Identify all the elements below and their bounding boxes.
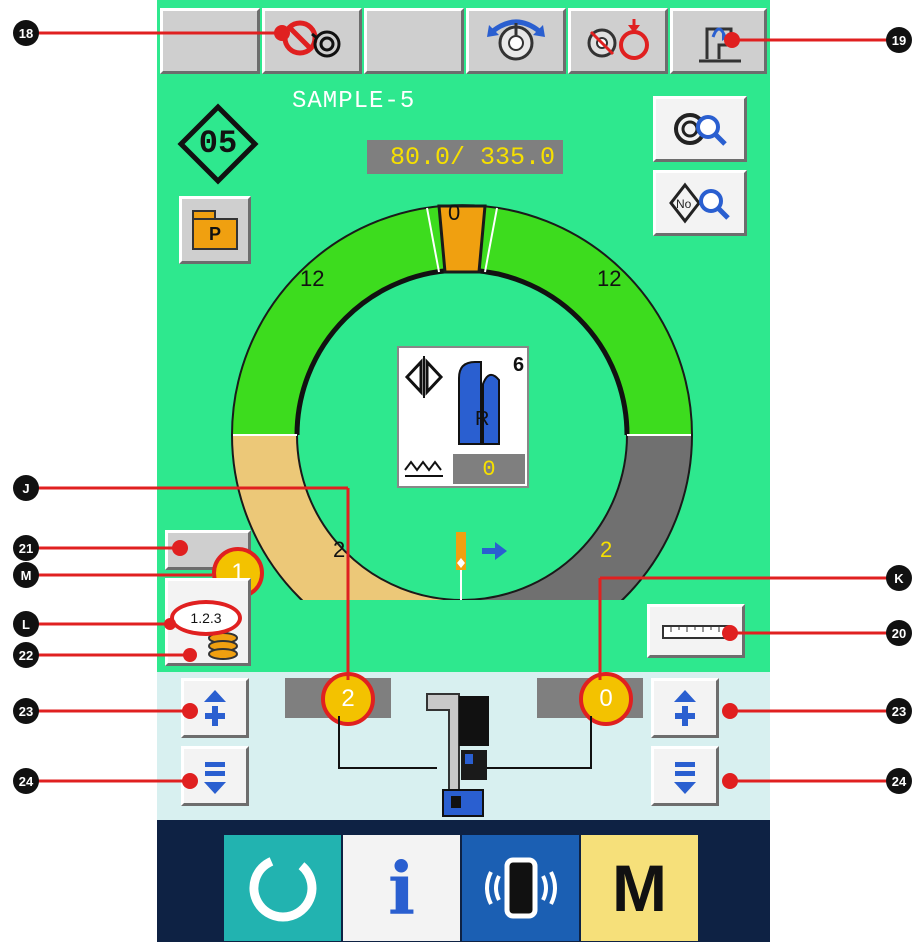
callout-20: 20: [886, 620, 912, 646]
callout-19: 19: [886, 27, 912, 53]
callout-24-right: 24: [886, 768, 912, 794]
callout-24-left: 24: [13, 768, 39, 794]
callout-23-right: 23: [886, 698, 912, 724]
callout-j: J: [13, 475, 39, 501]
callout-22: 22: [13, 642, 39, 668]
callout-21: 21: [13, 535, 39, 561]
callout-23-left: 23: [13, 698, 39, 724]
callout-k: K: [886, 565, 912, 591]
callout-lines: [26, 25, 893, 789]
callout-l: L: [13, 611, 39, 637]
callout-m: M: [13, 562, 39, 588]
callout-18: 18: [13, 20, 39, 46]
